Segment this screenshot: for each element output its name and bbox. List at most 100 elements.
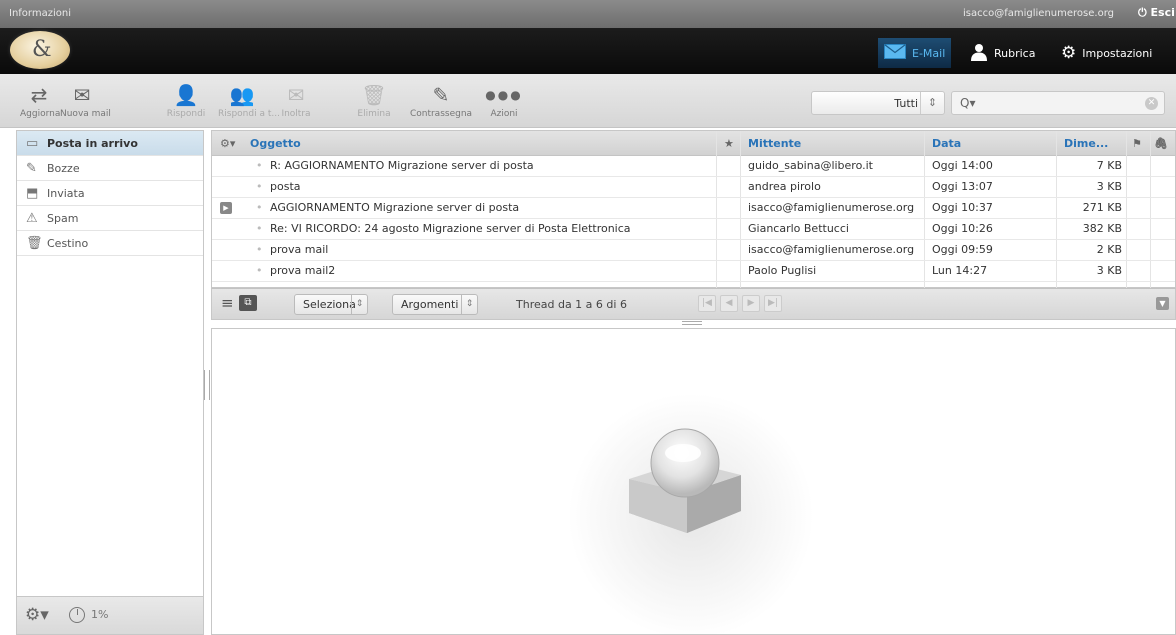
message-subject: R: AGGIORNAMENTO Migrazione server di po… — [270, 159, 534, 172]
message-subject: posta — [270, 180, 301, 193]
nav-contacts[interactable]: Rubrica — [970, 40, 1035, 66]
last-page-icon[interactable]: ▶| — [764, 295, 782, 312]
flag-column-star-icon[interactable]: ★ — [724, 131, 740, 156]
prev-page-icon[interactable]: ◀ — [720, 295, 738, 312]
list-menu-icon[interactable]: ≡ — [221, 294, 234, 312]
list-options-icon[interactable]: ⚙▾ — [220, 131, 244, 156]
logout-button[interactable]: ⏻ Esci — [1138, 6, 1175, 20]
column-date[interactable]: Data — [932, 131, 961, 156]
status-dot-icon: • — [256, 159, 263, 172]
updown-icon: ⇕ — [351, 295, 367, 314]
message-date: Oggi 09:59 — [932, 243, 993, 256]
delete-label: Elimina — [357, 109, 391, 119]
clear-search-icon[interactable]: ✕ — [1145, 97, 1158, 110]
first-page-icon[interactable]: |◀ — [698, 295, 716, 312]
folder-list: ▭ Posta in arrivo ✎ Bozze ⬒ Inviata ⚠ Spam 🗑 Cest… — [16, 130, 204, 635]
updown-icon: ⇕ — [920, 92, 944, 114]
folder-label: Cestino — [47, 237, 89, 250]
quota-indicator: 1% — [69, 607, 108, 623]
folder-options-gear-icon[interactable]: ⚙▾ — [25, 605, 49, 625]
logo: & — [10, 31, 70, 69]
reply-icon: 👤 — [173, 83, 199, 107]
folder-item-posta-in-arrivo[interactable]: ▭ Posta in arrivo — [17, 131, 203, 156]
message-preview-pane — [211, 328, 1176, 635]
message-row[interactable]: ▶ • AGGIORNAMENTO Migrazione server di pos… — [212, 198, 1175, 219]
column-from[interactable]: Mittente — [748, 131, 801, 156]
power-icon: ⏻ — [1138, 6, 1147, 19]
folder-label: Spam — [47, 212, 79, 225]
column-subject[interactable]: Oggetto — [250, 131, 301, 156]
folder-item-inviata[interactable]: ⬒ Inviata — [17, 181, 203, 206]
filter-value: Tutti — [894, 97, 918, 110]
compose-label: Nuova mail — [60, 109, 111, 119]
flag-icon[interactable]: ⚑ — [1132, 131, 1142, 156]
message-date: Oggi 13:07 — [932, 180, 993, 193]
nav-settings[interactable]: ⚙ Impostazioni — [1061, 40, 1152, 66]
message-size: 382 KB — [1082, 222, 1122, 235]
pencil-icon: ✎ — [432, 83, 450, 107]
reply-all-button[interactable]: 👥 Rispondi a t... — [218, 82, 280, 119]
more-actions-label: Azioni — [490, 109, 518, 119]
message-date: Lun 14:27 — [932, 264, 988, 277]
nav-email[interactable]: E-Mail — [878, 38, 952, 68]
quota-value: 1% — [91, 608, 109, 621]
reply-label: Rispondi — [166, 109, 206, 119]
delete-button[interactable]: 🗑 Elimina — [354, 82, 394, 119]
message-size: 3 KB — [1096, 264, 1122, 277]
logout-label: Esci — [1150, 6, 1175, 19]
message-size: 2 KB — [1096, 243, 1122, 256]
sidebar-footer: ⚙▾ 1% — [17, 596, 203, 634]
attachment-icon[interactable]: 🖇 — [1154, 131, 1168, 156]
folder-label: Bozze — [47, 162, 80, 175]
user-email: isacco@famiglienumerose.org — [963, 8, 1114, 19]
nav-settings-label: Impostazioni — [1082, 46, 1153, 60]
message-row[interactable]: • Re: VI RICORDO: 24 agosto Migrazione se… — [212, 219, 1175, 240]
message-size: 3 KB — [1096, 180, 1122, 193]
threads-toggle-icon[interactable]: ⧉ — [239, 295, 257, 311]
empty-mailbox-icon — [629, 428, 741, 533]
next-page-icon[interactable]: ▶ — [742, 295, 760, 312]
message-row[interactable]: • R: AGGIORNAMENTO Migrazione server di p… — [212, 156, 1175, 177]
folder-label: Posta in arrivo — [47, 137, 138, 150]
collapse-preview-icon[interactable]: ▼ — [1156, 297, 1169, 310]
reply-button[interactable]: 👤 Rispondi — [166, 82, 206, 119]
folder-item-cestino[interactable]: 🗑 Cestino — [17, 231, 203, 256]
folder-item-bozze[interactable]: ✎ Bozze — [17, 156, 203, 181]
message-list-header: ⚙▾ Oggetto ★ Mittente Data Dime... ⚑ 🖇 — [212, 131, 1175, 156]
folder-item-spam[interactable]: ⚠ Spam — [17, 206, 203, 231]
gear-icon: ⚙ — [1061, 43, 1077, 63]
message-row[interactable]: • posta andrea pirolo Oggi 13:07 3 KB — [212, 177, 1175, 198]
threads-dropdown[interactable]: Argomenti ⇕ — [392, 294, 478, 315]
sidebar-resize-handle[interactable] — [204, 370, 210, 400]
forward-button[interactable]: ✉ Inoltra — [276, 82, 316, 119]
search-input[interactable]: Q▾ ✕ — [951, 91, 1165, 115]
status-dot-icon: • — [256, 222, 263, 235]
column-size[interactable]: Dime... — [1064, 131, 1108, 156]
search-icon: Q▾ — [960, 96, 976, 110]
message-row[interactable]: • prova mail2 Paolo Puglisi Lun 14:27 3 KB — [212, 261, 1175, 282]
forward-icon: ✉ — [287, 83, 305, 107]
message-subject: Re: VI RICORDO: 24 agosto Migrazione ser… — [270, 222, 631, 235]
refresh-button[interactable]: ⇄ Aggiorna — [20, 82, 60, 119]
compose-button[interactable]: ✉ Nuova mail — [60, 82, 111, 119]
message-from: andrea pirolo — [748, 180, 821, 193]
message-subject: prova mail — [270, 243, 329, 256]
inbox-icon: ▭ — [26, 136, 39, 151]
filter-select[interactable]: Tutti ⇕ — [811, 91, 945, 115]
mark-button[interactable]: ✎ Contrassegna — [408, 82, 474, 119]
message-subject: prova mail2 — [270, 264, 336, 277]
pencil-icon: ✎ — [26, 161, 37, 176]
folder-label: Inviata — [47, 187, 85, 200]
nav-contacts-label: Rubrica — [994, 46, 1036, 60]
select-dropdown[interactable]: Seleziona ⇕ — [294, 294, 368, 315]
trash-icon: 🗑 — [26, 236, 43, 251]
reply-all-label: Rispondi a t... — [218, 109, 280, 119]
message-size: 7 KB — [1096, 159, 1122, 172]
about-link[interactable]: Informazioni — [9, 8, 71, 19]
message-row[interactable]: • prova mail isacco@famiglienumerose.org Og… — [212, 240, 1175, 261]
preview-resize-handle[interactable] — [682, 321, 702, 325]
spam-icon: ⚠ — [26, 211, 38, 226]
updown-icon: ⇕ — [461, 295, 477, 314]
more-actions-button[interactable]: ●●● Azioni — [484, 82, 524, 119]
expand-thread-icon[interactable]: ▶ — [220, 202, 232, 214]
